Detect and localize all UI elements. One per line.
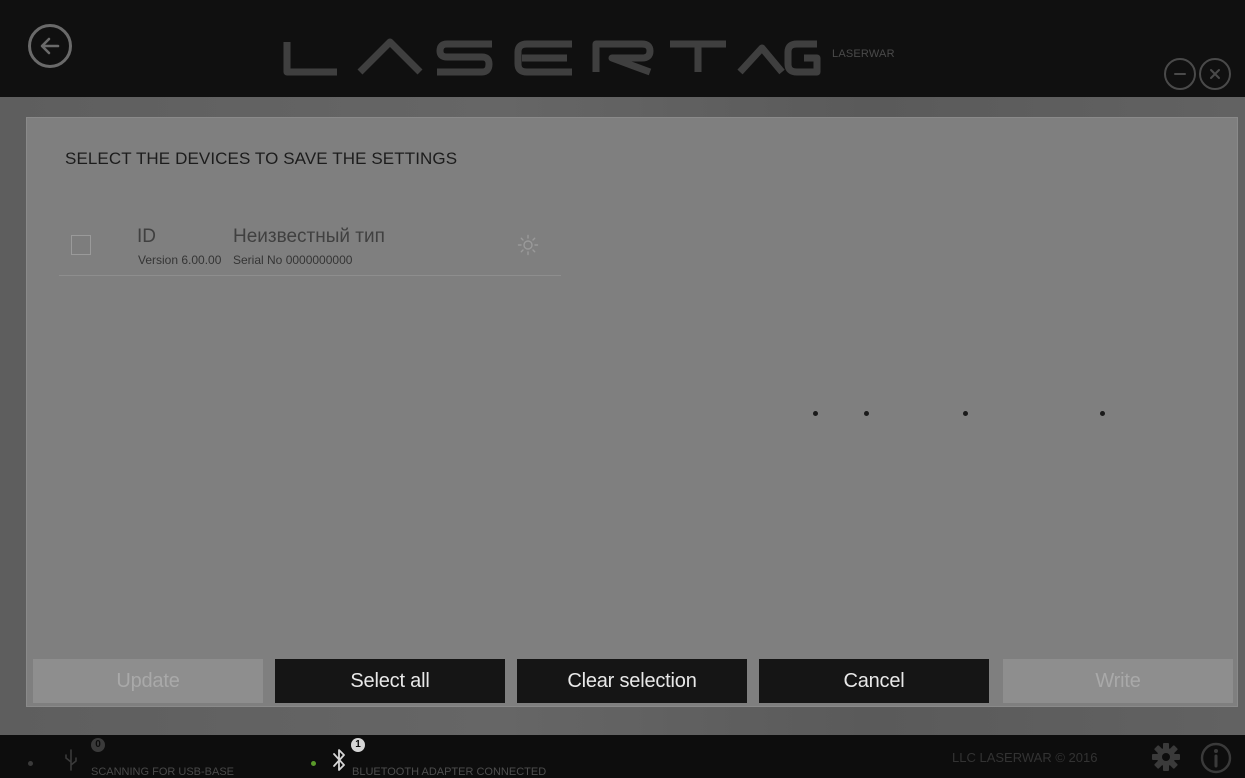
gear-icon[interactable]	[1150, 741, 1182, 773]
device-version: Version 6.00.00	[138, 253, 222, 267]
brand-label: LASERWAR	[832, 48, 895, 60]
minimize-button[interactable]	[1164, 58, 1196, 90]
sun-icon[interactable]	[517, 234, 539, 256]
bluetooth-count-badge: 1	[351, 738, 365, 752]
usb-status-text: SCANNING FOR USB-BASE	[91, 766, 235, 778]
back-arrow-icon	[40, 37, 60, 55]
usb-icon	[65, 749, 77, 771]
bluetooth-status-text: BLUETOOTH ADAPTER CONNECTED	[352, 766, 547, 778]
usb-status-dot	[28, 761, 33, 766]
bluetooth-status-dot	[311, 761, 316, 766]
close-icon	[1210, 69, 1220, 79]
clear-selection-button[interactable]: Clear selection	[517, 659, 747, 703]
dialog-title: SELECT THE DEVICES TO SAVE THE SETTINGS	[65, 149, 458, 168]
device-serial: Serial No 0000000000	[233, 253, 353, 267]
device-list-item[interactable]: ID Неизвестный тип Version 6.00.00 Seria…	[59, 218, 561, 276]
copyright-text: LLC LASERWAR © 2016	[952, 750, 1098, 765]
device-checkbox[interactable]	[71, 235, 91, 255]
close-button[interactable]	[1199, 58, 1231, 90]
write-button[interactable]: Write	[1003, 659, 1233, 703]
app-header: LASERWAR	[0, 0, 1245, 97]
device-type: Неизвестный тип	[233, 226, 385, 247]
info-icon[interactable]	[1199, 741, 1233, 775]
save-settings-dialog: SELECT THE DEVICES TO SAVE THE SETTINGS …	[26, 117, 1238, 707]
device-id: ID	[137, 226, 156, 247]
select-all-button[interactable]: Select all	[275, 659, 505, 703]
loading-dot	[864, 411, 869, 416]
minimize-icon	[1174, 73, 1186, 75]
loading-dot	[1100, 411, 1105, 416]
loading-dot	[813, 411, 818, 416]
cancel-button[interactable]: Cancel	[759, 659, 989, 703]
status-bar: 0 SCANNING FOR USB-BASE 1 BLUETOOTH ADAP…	[0, 735, 1245, 778]
usb-count-badge: 0	[91, 738, 105, 752]
bluetooth-icon	[333, 749, 345, 771]
update-button[interactable]: Update	[33, 659, 263, 703]
loading-dot	[963, 411, 968, 416]
lasertag-logo	[283, 38, 821, 76]
back-button[interactable]	[28, 24, 72, 68]
